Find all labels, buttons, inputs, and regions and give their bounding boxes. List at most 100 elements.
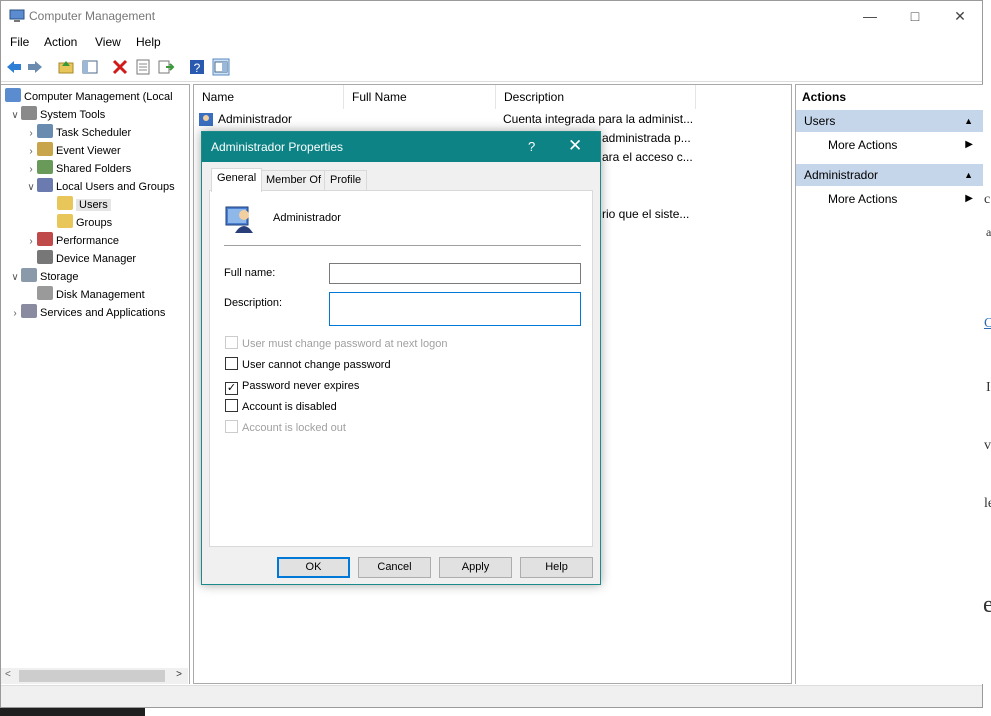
checkbox-box <box>225 420 238 433</box>
user-avatar-icon <box>225 206 253 233</box>
section-title: Administrador <box>804 168 879 182</box>
checkbox-label: Password never expires <box>242 380 360 392</box>
checkbox-label: Account is locked out <box>242 422 346 434</box>
show-hide-action-pane-icon[interactable] <box>212 58 230 76</box>
checkbox-checked-icon[interactable]: ✓ <box>225 382 238 395</box>
svg-text:?: ? <box>194 61 201 75</box>
separator <box>224 245 581 246</box>
tab-general[interactable]: General <box>211 168 263 192</box>
user-icon <box>199 113 213 126</box>
tree-item-storage[interactable]: ∨ Storage <box>9 267 79 285</box>
tree-item-device-manager[interactable]: Device Manager <box>25 249 136 267</box>
close-window-button[interactable]: ✕ <box>937 1 983 31</box>
chevron-down-icon[interactable]: ∨ <box>25 179 37 197</box>
cancel-button[interactable]: Cancel <box>358 557 431 578</box>
dialog-title: Administrador Properties <box>211 140 344 154</box>
minimize-button[interactable]: — <box>847 1 893 31</box>
menu-bar: File Action View Help <box>1 32 982 54</box>
scroll-right-icon[interactable]: > <box>176 669 182 680</box>
scrollbar-thumb[interactable] <box>19 670 165 682</box>
delete-icon[interactable] <box>111 58 129 76</box>
properties-icon[interactable] <box>134 58 152 76</box>
up-folder-icon[interactable] <box>57 58 75 76</box>
actions-pane: Actions Users ▲ More Actions ▶ Administr… <box>795 84 983 684</box>
tree-item-users[interactable]: Users <box>45 195 111 213</box>
full-name-field[interactable] <box>329 263 581 284</box>
checkbox-user-must-change-password-at-next-logon: User must change password at next logon <box>225 336 447 352</box>
menu-view[interactable]: View <box>95 35 121 49</box>
tree-item-computer-management-local[interactable]: Computer Management (Local <box>5 87 173 105</box>
show-hide-console-tree-icon[interactable] <box>81 58 99 76</box>
tree-item-label: Services and Applications <box>40 307 166 319</box>
tree-item-services-and-applications[interactable]: › Services and Applications <box>9 303 165 321</box>
menu-help[interactable]: Help <box>136 35 161 49</box>
checkbox-user-cannot-change-password[interactable]: User cannot change password <box>225 357 391 373</box>
section-title: Users <box>804 114 836 128</box>
tab-member-of[interactable]: Member Of <box>260 170 328 191</box>
tree-node-icon <box>37 178 53 192</box>
list-row-administrador[interactable]: Administrador Cuenta integrada para la a… <box>198 110 696 129</box>
tree-item-groups[interactable]: Groups <box>45 213 112 231</box>
user-name-label: Administrador <box>273 212 341 224</box>
help-icon[interactable]: ? <box>188 58 206 76</box>
checkbox-box <box>225 336 238 349</box>
tree-item-label: Task Scheduler <box>56 127 132 139</box>
tree-node-icon <box>21 268 37 282</box>
checkbox-box[interactable] <box>225 399 238 412</box>
tree-item-event-viewer[interactable]: › Event Viewer <box>25 141 121 159</box>
scroll-left-icon[interactable]: < <box>5 669 11 680</box>
list-row-3-description: ara el acceso c... <box>602 150 693 164</box>
list-row-2-description: administrada p... <box>602 131 691 145</box>
tree-item-label: Device Manager <box>56 253 137 265</box>
tree-node-icon <box>37 250 53 264</box>
collapse-up-icon[interactable]: ▲ <box>964 164 973 186</box>
dialog-help-button[interactable]: ? <box>528 139 535 154</box>
tree-item-system-tools[interactable]: ∨ System Tools <box>9 105 105 123</box>
help-button[interactable]: Help <box>520 557 593 578</box>
checkbox-password-never-expires[interactable]: ✓ Password never expires <box>225 378 360 395</box>
forward-arrow-icon[interactable] <box>26 58 44 76</box>
full-name-label: Full name: <box>224 267 276 279</box>
tree-item-label: Event Viewer <box>56 145 121 157</box>
export-list-icon[interactable] <box>157 58 175 76</box>
checkbox-label: User cannot change password <box>242 359 391 371</box>
dialog-close-button[interactable]: ✕ <box>568 136 582 156</box>
background-link-fragment: C <box>984 316 991 331</box>
chevron-right-icon[interactable]: › <box>9 305 21 323</box>
collapse-up-icon[interactable]: ▲ <box>964 110 973 132</box>
checkbox-box[interactable] <box>225 357 238 370</box>
checkbox-account-is-disabled[interactable]: Account is disabled <box>225 399 337 415</box>
menu-file[interactable]: File <box>10 35 29 49</box>
tree-item-label: Performance <box>56 235 119 247</box>
row-name: Administrador <box>218 112 293 126</box>
actions-section-users[interactable]: Users ▲ <box>796 110 983 132</box>
tree-item-disk-management[interactable]: Disk Management <box>25 285 145 303</box>
column-header-full-name[interactable]: Full Name <box>344 85 496 109</box>
tree-horizontal-scrollbar[interactable]: < > <box>1 668 188 684</box>
chevron-down-icon[interactable]: ∨ <box>9 107 21 125</box>
menu-action[interactable]: Action <box>44 35 77 49</box>
tree-item-task-scheduler[interactable]: › Task Scheduler <box>25 123 131 141</box>
more-actions-administrador[interactable]: More Actions ▶ <box>796 189 983 209</box>
tab-profile[interactable]: Profile <box>324 170 368 191</box>
ok-button[interactable]: OK <box>277 557 350 578</box>
tree-item-local-users-and-groups[interactable]: ∨ Local Users and Groups <box>25 177 175 195</box>
column-header-description[interactable]: Description <box>496 85 696 109</box>
tree-item-shared-folders[interactable]: › Shared Folders <box>25 159 131 177</box>
submenu-arrow-icon: ▶ <box>965 193 973 204</box>
tree-node-icon <box>21 304 37 318</box>
tree-node-icon <box>37 124 53 138</box>
actions-header: Actions <box>802 90 847 104</box>
tree-node-icon <box>37 286 53 300</box>
apply-button[interactable]: Apply <box>439 557 512 578</box>
maximize-button[interactable]: □ <box>892 1 938 31</box>
chevron-down-icon[interactable]: ∨ <box>9 269 21 287</box>
actions-section-administrador[interactable]: Administrador ▲ <box>796 164 983 186</box>
description-field[interactable] <box>329 292 581 326</box>
more-actions-users[interactable]: More Actions ▶ <box>796 135 983 155</box>
tree-node-icon <box>5 88 21 102</box>
back-arrow-icon[interactable] <box>5 58 23 76</box>
background-page-fragment: le <box>984 496 991 511</box>
tree-item-performance[interactable]: › Performance <box>25 231 119 249</box>
column-header-name[interactable]: Name <box>194 85 344 109</box>
